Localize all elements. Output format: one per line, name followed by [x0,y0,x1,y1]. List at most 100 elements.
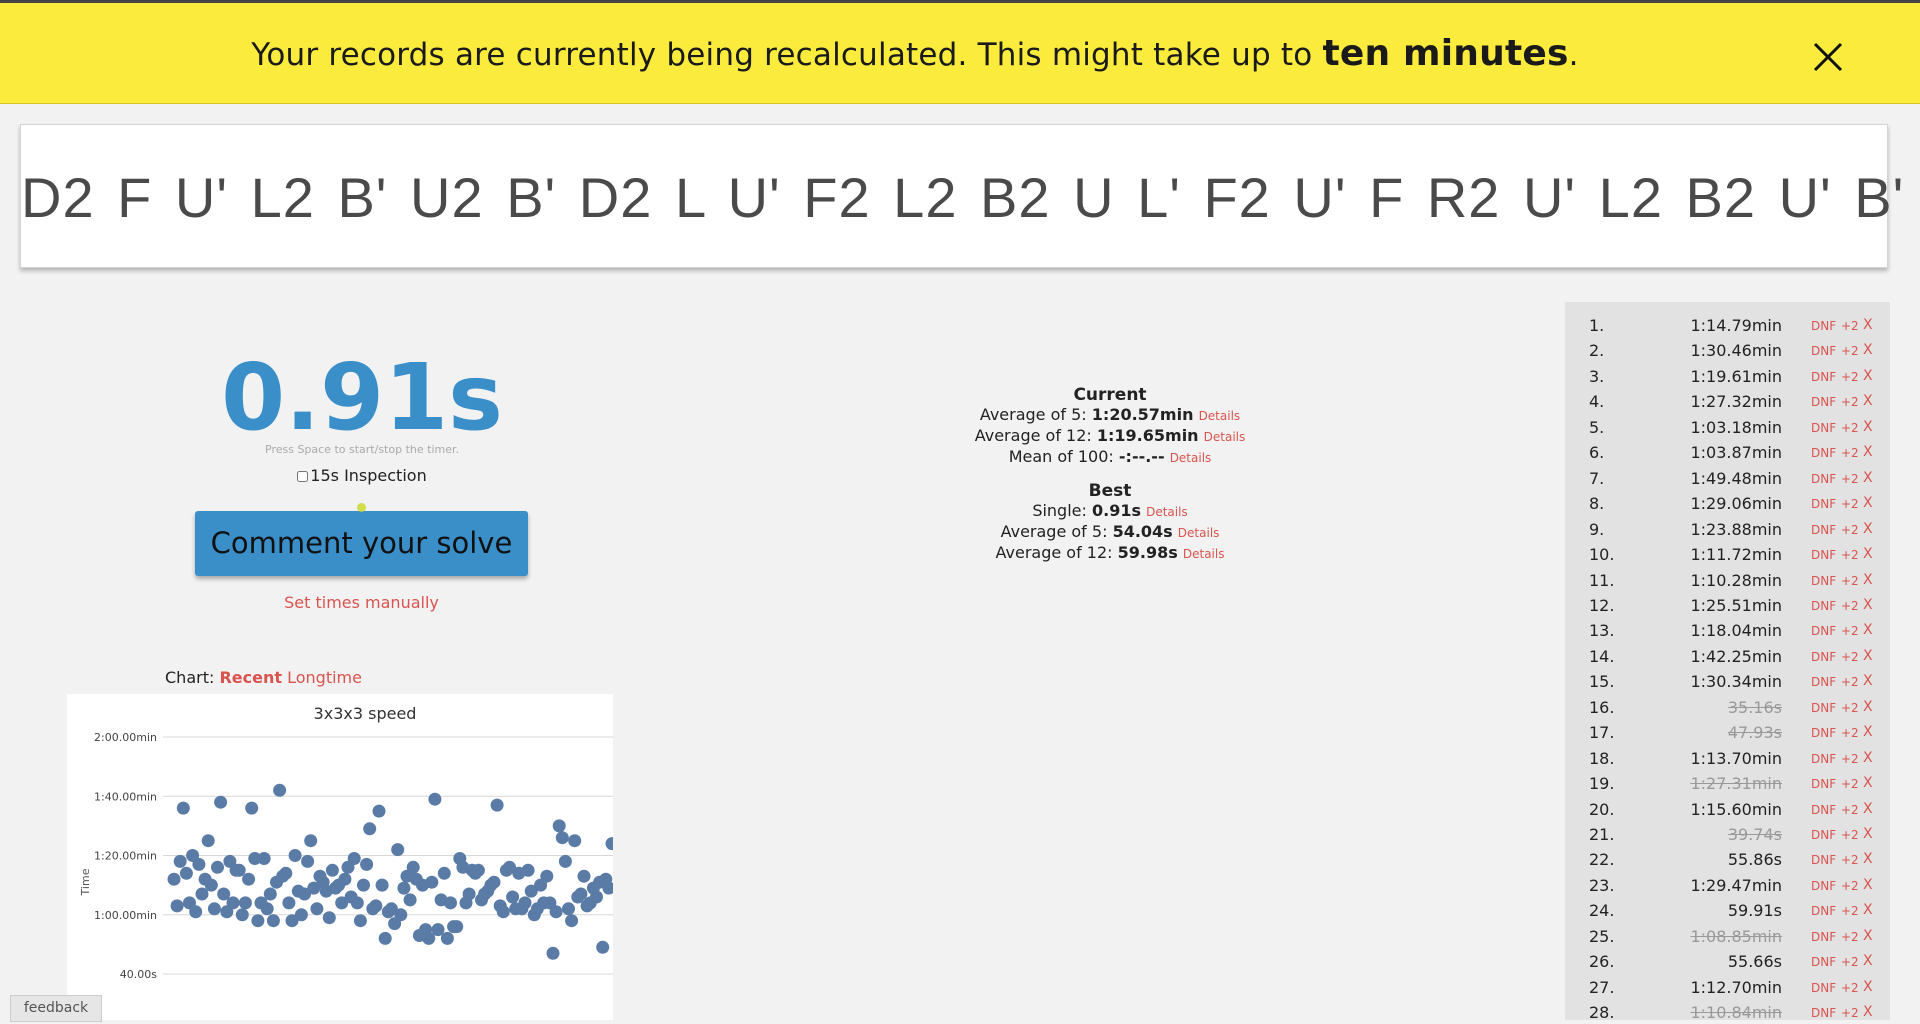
chart-point[interactable] [201,834,215,848]
chart-point[interactable] [487,875,501,889]
chart-point[interactable] [552,819,566,833]
dnf-button[interactable]: DNF [1811,446,1836,460]
chart-point[interactable] [577,869,591,883]
plus-two-button[interactable]: +2 [1841,1006,1859,1020]
chart-point[interactable] [562,902,575,916]
plus-two-button[interactable]: +2 [1841,930,1859,944]
details-link[interactable]: Details [1178,526,1220,540]
chart-point[interactable] [425,875,439,889]
details-link[interactable]: Details [1183,547,1225,561]
chart-point[interactable] [226,896,240,910]
chart-point[interactable] [490,798,504,812]
delete-time-button[interactable]: X [1863,1004,1873,1020]
plus-two-button[interactable]: +2 [1841,803,1859,817]
chart-point[interactable] [363,822,377,836]
delete-time-button[interactable]: X [1863,699,1873,715]
plus-two-button[interactable]: +2 [1841,904,1859,918]
chart-point[interactable] [325,863,339,877]
dnf-button[interactable]: DNF [1811,1006,1836,1020]
delete-time-button[interactable]: X [1863,648,1873,664]
delete-time-button[interactable]: X [1863,953,1873,969]
chart-point[interactable] [242,872,256,886]
dnf-button[interactable]: DNF [1811,599,1836,613]
chart-point[interactable] [167,872,181,886]
delete-time-button[interactable]: X [1863,546,1873,562]
plus-two-button[interactable]: +2 [1841,828,1859,842]
delete-time-button[interactable]: X [1863,444,1873,460]
dnf-button[interactable]: DNF [1811,752,1836,766]
delete-time-button[interactable]: X [1863,851,1873,867]
delete-time-button[interactable]: X [1863,902,1873,918]
chart-point[interactable] [347,852,361,865]
dnf-button[interactable]: DNF [1811,395,1836,409]
chart-point[interactable] [282,896,296,910]
chart-point[interactable] [518,896,532,910]
chart-point[interactable] [189,905,203,919]
delete-time-button[interactable]: X [1863,673,1873,689]
delete-time-button[interactable]: X [1863,419,1873,435]
dnf-button[interactable]: DNF [1811,803,1836,817]
plus-two-button[interactable]: +2 [1841,319,1859,333]
dnf-button[interactable]: DNF [1811,726,1836,740]
delete-time-button[interactable]: X [1863,368,1873,384]
plus-two-button[interactable]: +2 [1841,650,1859,664]
chart-point[interactable] [397,881,411,895]
details-link[interactable]: Details [1199,409,1241,423]
chart-point[interactable] [173,854,187,868]
delete-time-button[interactable]: X [1863,597,1873,613]
chart-point[interactable] [471,863,485,877]
chart-point[interactable] [403,893,417,907]
chart-point[interactable] [288,849,302,862]
chart-point[interactable] [192,857,206,871]
chart-point[interactable] [555,831,569,845]
plus-two-button[interactable]: +2 [1841,395,1859,409]
chart-point[interactable] [369,899,383,913]
chart-point[interactable] [391,843,405,857]
delete-time-button[interactable]: X [1863,572,1873,588]
dnf-button[interactable]: DNF [1811,472,1836,486]
plus-two-button[interactable]: +2 [1841,446,1859,460]
plus-two-button[interactable]: +2 [1841,472,1859,486]
plus-two-button[interactable]: +2 [1841,981,1859,995]
chart-point[interactable] [353,914,367,928]
dnf-button[interactable]: DNF [1811,548,1836,562]
chart-point[interactable] [496,905,510,919]
dnf-button[interactable]: DNF [1811,955,1836,969]
inspection-checkbox[interactable] [297,471,309,482]
chart-point[interactable] [549,905,563,919]
dnf-button[interactable]: DNF [1811,574,1836,588]
chart-point[interactable] [170,899,184,913]
chart-point[interactable] [506,890,520,904]
chart-point[interactable] [428,792,442,806]
chart-point[interactable] [304,834,318,848]
chart-point[interactable] [279,866,293,880]
dnf-button[interactable]: DNF [1811,930,1836,944]
plus-two-button[interactable]: +2 [1841,421,1859,435]
chart-point[interactable] [590,890,603,904]
chart-point[interactable] [266,914,280,928]
chart-point[interactable] [294,908,308,922]
feedback-button[interactable]: feedback [10,995,102,1022]
dnf-button[interactable]: DNF [1811,421,1836,435]
details-link[interactable]: Details [1146,505,1188,519]
plus-two-button[interactable]: +2 [1841,370,1859,384]
chart-point[interactable] [574,887,588,901]
plus-two-button[interactable]: +2 [1841,523,1859,537]
chart-point[interactable] [605,837,619,851]
timer-display[interactable]: 0.91s [160,346,564,450]
close-icon[interactable] [1810,39,1846,75]
dnf-button[interactable]: DNF [1811,675,1836,689]
dnf-button[interactable]: DNF [1811,853,1836,867]
delete-time-button[interactable]: X [1863,724,1873,740]
delete-time-button[interactable]: X [1863,393,1873,409]
chart-point[interactable] [372,804,386,818]
plus-two-button[interactable]: +2 [1841,548,1859,562]
chart-point[interactable] [444,896,457,910]
chart-point[interactable] [263,887,277,901]
plus-two-button[interactable]: +2 [1841,675,1859,689]
dnf-button[interactable]: DNF [1811,904,1836,918]
chart-point[interactable] [245,801,259,815]
plus-two-button[interactable]: +2 [1841,777,1859,791]
chart-point[interactable] [257,852,271,865]
chart-point[interactable] [179,866,193,880]
